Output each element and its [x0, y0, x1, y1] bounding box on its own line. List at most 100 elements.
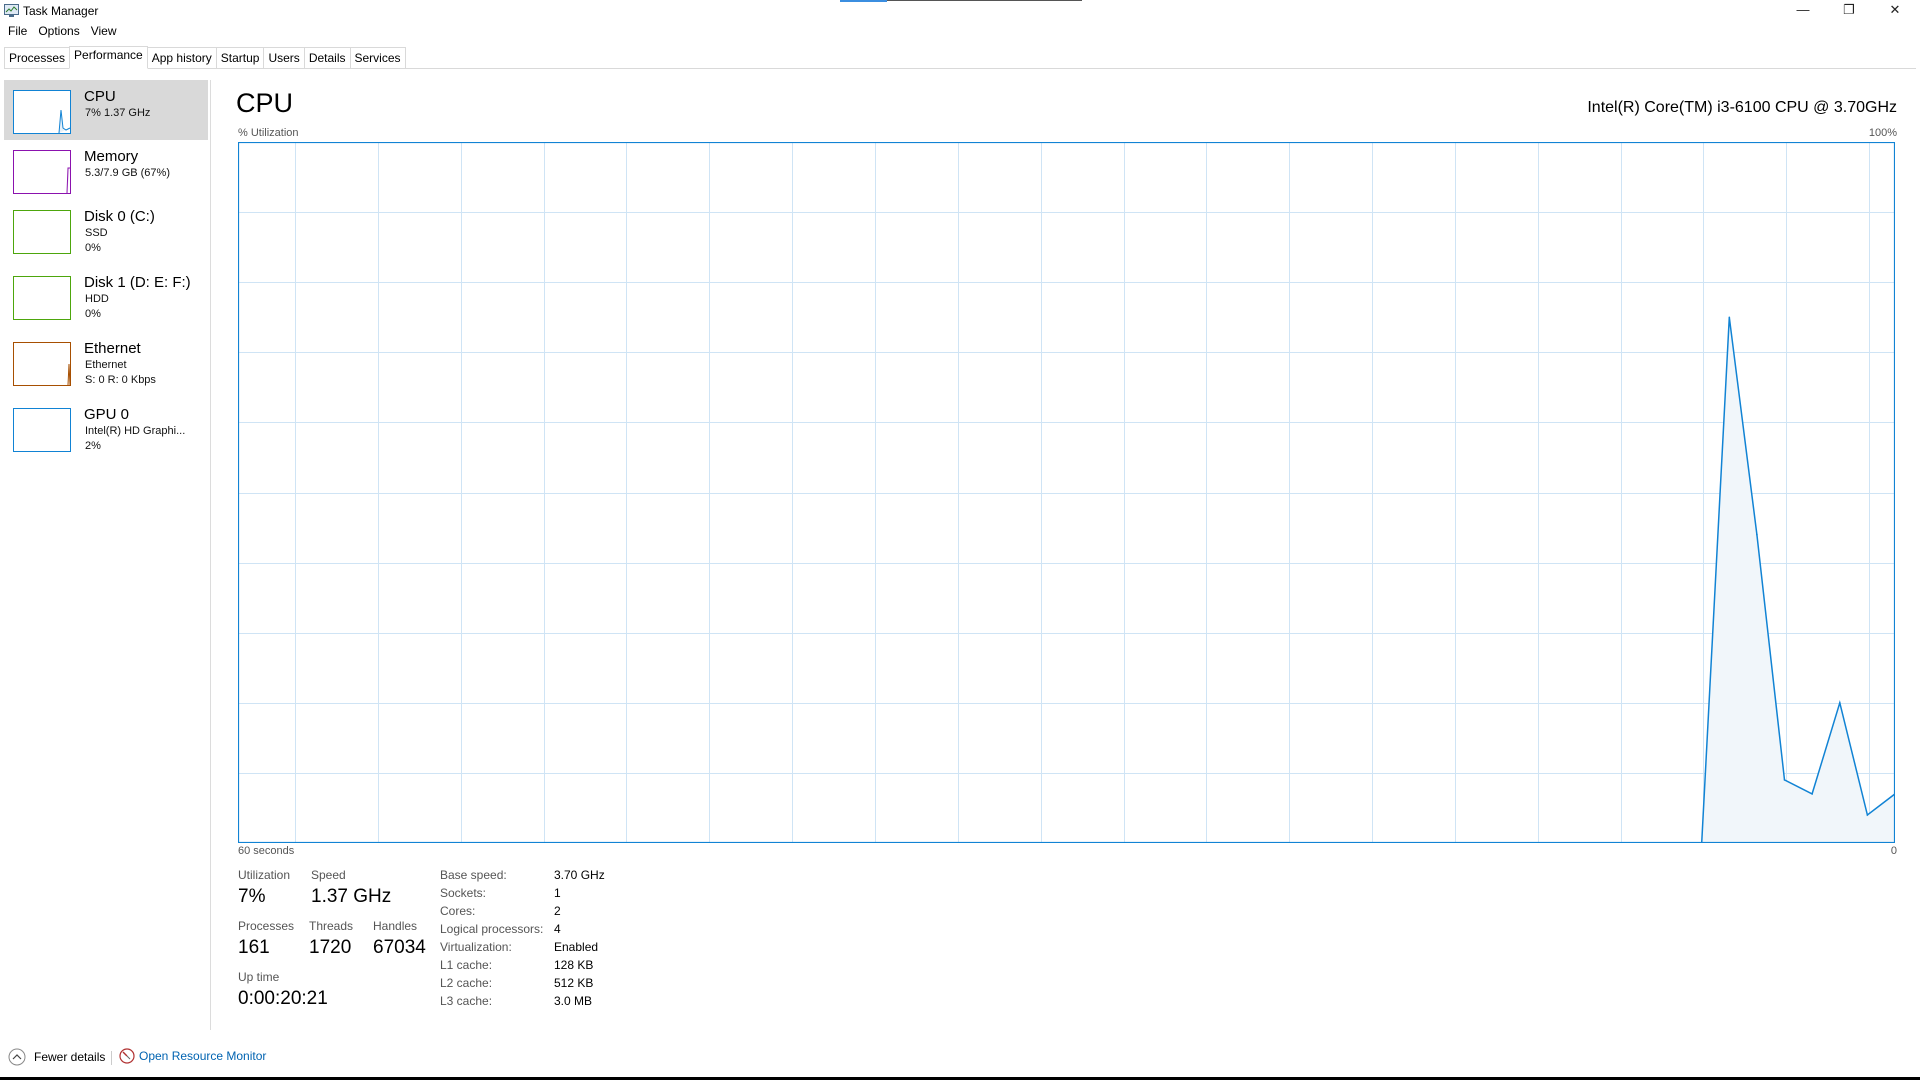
- spec-value: 128 KB: [554, 958, 594, 972]
- stat-label: Processes: [238, 919, 295, 933]
- spec-row: Base speed: 3.70 GHz: [440, 868, 620, 886]
- cpu-data-point: [1756, 533, 1758, 536]
- y-axis-label: % Utilization: [238, 127, 299, 139]
- spec-label: Virtualization:: [440, 940, 512, 954]
- cpu-thumbnail-graph: [13, 90, 71, 134]
- spec-value: 3.70 GHz: [554, 868, 605, 882]
- tab-performance[interactable]: Performance: [69, 46, 148, 69]
- spec-row: Virtualization: Enabled: [440, 940, 620, 958]
- tab-users[interactable]: Users: [263, 47, 305, 68]
- spec-row: L3 cache: 3.0 MB: [440, 994, 620, 1012]
- fewer-details-button[interactable]: Fewer details: [8, 1048, 105, 1066]
- tab-details[interactable]: Details: [303, 47, 351, 68]
- graph-grid: [238, 142, 1895, 843]
- disk-1-thumbnail-graph: [13, 276, 71, 320]
- fewer-details-label: Fewer details: [34, 1050, 106, 1064]
- spec-row: Logical processors: 4: [440, 922, 620, 940]
- stat-uptime: Up time 0:00:20:21: [238, 970, 328, 1010]
- sidebar-item-ethernet[interactable]: Ethernet Ethernet S: 0 R: 0 Kbps: [4, 332, 208, 392]
- sidebar-item-detail-2: 2%: [85, 440, 101, 452]
- window-title: Task Manager: [23, 4, 99, 18]
- close-button[interactable]: ✕: [1872, 0, 1918, 22]
- spec-label: Logical processors:: [440, 922, 544, 936]
- sidebar-item-title: Disk 1 (D: E: F:): [84, 274, 191, 291]
- spec-value: 4: [554, 922, 561, 936]
- restore-button[interactable]: ❐: [1826, 0, 1872, 22]
- stat-label: Handles: [373, 919, 418, 933]
- sidebar-item-detail-2: S: 0 R: 0 Kbps: [85, 374, 156, 386]
- resource-monitor-icon: [119, 1048, 135, 1064]
- graph-border: [238, 142, 1895, 843]
- sidebar-item-detail: Ethernet: [85, 359, 127, 371]
- x-axis-left-label: 60 seconds: [238, 845, 295, 857]
- sidebar-item-title: GPU 0: [84, 406, 130, 423]
- sidebar-item-title: Ethernet: [84, 340, 141, 357]
- tab-processes[interactable]: Processes: [4, 47, 71, 68]
- sidebar-item-detail-2: 0%: [85, 308, 101, 320]
- spec-row: Sockets: 1: [440, 886, 620, 904]
- title-progress-indicator: [840, 0, 1082, 2]
- sidebar-item-cpu[interactable]: CPU 7% 1.37 GHz: [4, 80, 208, 140]
- sidebar-item-title: CPU: [84, 88, 116, 105]
- sidebar-item-detail: 5.3/7.9 GB (67%): [85, 167, 170, 179]
- ethernet-thumbnail-graph: [13, 342, 71, 386]
- stat-threads: Threads 1720: [309, 919, 353, 959]
- sidebar-item-title: Memory: [84, 148, 139, 165]
- stat-value: 0:00:20:21: [238, 988, 328, 1009]
- stat-handles: Handles 67034: [373, 919, 426, 959]
- cpu-data-point: [1839, 702, 1841, 704]
- open-resource-monitor-link[interactable]: Open Resource Monitor: [119, 1048, 266, 1064]
- open-resource-monitor-label: Open Resource Monitor: [139, 1049, 267, 1063]
- stat-value: 7%: [238, 886, 266, 907]
- resource-sidebar: CPU 7% 1.37 GHz Memory 5.3/7.9 GB (67%) …: [4, 80, 210, 1040]
- stat-label: Speed: [311, 868, 346, 882]
- cpu-data-point: [1728, 316, 1731, 319]
- spec-label: L2 cache:: [440, 976, 493, 990]
- spec-value: Enabled: [554, 940, 599, 954]
- cpu-model-name: Intel(R) Core(TM) i3-6100 CPU @ 3.70GHz: [1587, 99, 1897, 116]
- x-axis-right-label: 0: [1890, 845, 1897, 857]
- graph-series: [238, 316, 1895, 843]
- disk-0-thumbnail-graph: [13, 210, 71, 254]
- sidebar-item-detail: HDD: [85, 293, 109, 305]
- spec-value: 3.0 MB: [554, 994, 593, 1008]
- tab-services[interactable]: Services: [349, 47, 406, 68]
- spec-label: Base speed:: [440, 868, 507, 882]
- sidebar-item-detail: SSD: [85, 227, 108, 239]
- cpu-data-point: [1866, 814, 1869, 816]
- tab-app-history[interactable]: App history: [146, 47, 217, 68]
- menu-file[interactable]: File: [8, 24, 27, 38]
- stat-value: 1720: [309, 937, 352, 958]
- sidebar-item-disk-1[interactable]: Disk 1 (D: E: F:) HDD 0%: [4, 266, 208, 326]
- sidebar-item-memory[interactable]: Memory 5.3/7.9 GB (67%): [4, 140, 208, 200]
- footer-bar: Fewer details Open Resource Monitor: [0, 1040, 1920, 1080]
- stat-utilization: Utilization 7%: [238, 868, 290, 908]
- sidebar-divider: [210, 80, 211, 1030]
- sidebar-item-gpu-0[interactable]: GPU 0 Intel(R) HD Graphi... 2%: [4, 398, 208, 458]
- chevron-up-circle-icon: [8, 1048, 26, 1066]
- sidebar-item-disk-0[interactable]: Disk 0 (C:) SSD 0%: [4, 200, 208, 260]
- gpu-0-thumbnail-graph: [13, 408, 71, 452]
- sidebar-item-detail-2: 0%: [85, 242, 101, 254]
- stat-processes: Processes 161: [238, 919, 294, 959]
- spec-value: 1: [554, 886, 561, 900]
- page-title: CPU: [236, 88, 294, 118]
- menu-view[interactable]: View: [91, 24, 117, 38]
- sidebar-item-detail: 7% 1.37 GHz: [85, 107, 151, 119]
- stat-value: 1.37 GHz: [311, 886, 392, 907]
- stat-speed: Speed 1.37 GHz: [311, 868, 391, 908]
- sidebar-item-detail: Intel(R) HD Graphi...: [85, 425, 186, 437]
- spec-label: L3 cache:: [440, 994, 493, 1008]
- spec-label: Sockets:: [440, 886, 487, 900]
- menu-options[interactable]: Options: [38, 24, 79, 38]
- spec-row: L1 cache: 128 KB: [440, 958, 620, 976]
- stat-label: Threads: [309, 919, 354, 933]
- memory-thumbnail-graph: [13, 150, 71, 194]
- spec-label: L1 cache:: [440, 958, 493, 972]
- minimize-button[interactable]: —: [1780, 0, 1826, 22]
- y-axis-max-label: 100%: [1868, 127, 1897, 139]
- tab-startup[interactable]: Startup: [215, 47, 265, 68]
- footer-divider: [111, 1051, 112, 1065]
- spec-row: L2 cache: 512 KB: [440, 976, 620, 994]
- spec-value: 2: [554, 904, 561, 918]
